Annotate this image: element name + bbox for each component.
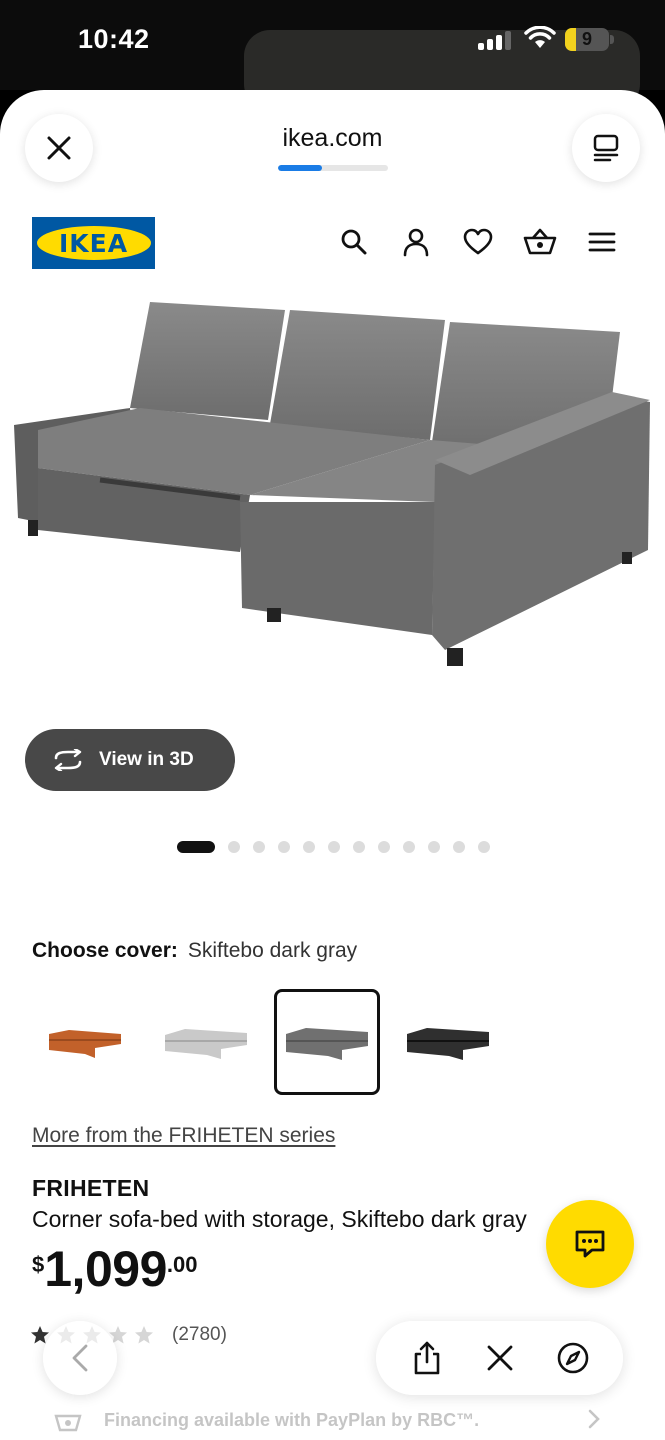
battery-level: 9 (581, 29, 592, 49)
sofa-thumbnail (286, 1028, 368, 1060)
gallery-dot[interactable] (353, 841, 365, 853)
wifi-icon (524, 26, 556, 48)
chevron-right-icon (588, 1409, 600, 1429)
sofa-thumbnail (49, 1030, 121, 1058)
battery-cap (610, 35, 614, 44)
cover-swatch-dark-gray[interactable] (274, 989, 380, 1095)
account-button[interactable] (398, 224, 434, 260)
choose-cover-value: Skiftebo dark gray (187, 939, 358, 962)
choose-cover-line: Choose cover: Skiftebo dark gray (32, 939, 357, 963)
menu-button[interactable] (584, 224, 620, 260)
cart-button[interactable] (522, 224, 558, 260)
compass-icon (557, 1342, 588, 1374)
search-button[interactable] (336, 224, 372, 260)
chat-button[interactable] (546, 1200, 634, 1288)
product-image-sofa[interactable] (0, 290, 665, 730)
page-domain: ikea.com (282, 124, 383, 152)
tabs-button[interactable] (572, 114, 640, 182)
logo-text: IKEA (58, 228, 129, 258)
cover-swatch-black[interactable] (395, 989, 501, 1095)
status-time: 10:42 (78, 24, 150, 54)
browser-back-button[interactable] (43, 1321, 117, 1395)
load-progress-fill (278, 165, 322, 171)
chat-icon (575, 1230, 605, 1258)
gallery-dot[interactable] (428, 841, 440, 853)
cover-swatch-light-gray[interactable] (153, 989, 259, 1095)
ikea-logo[interactable]: IKEA (32, 217, 155, 269)
gallery-dot[interactable] (253, 841, 265, 853)
signal-icon (478, 30, 514, 50)
price-cents: .00 (166, 1252, 198, 1277)
sofa-thumbnail (407, 1028, 489, 1060)
share-icon (414, 1341, 439, 1375)
gallery-dot[interactable] (378, 841, 390, 853)
battery-icon: 9 (565, 28, 609, 51)
star-icon (135, 1326, 153, 1344)
browser-toolbar (376, 1321, 623, 1395)
close-page-button[interactable] (478, 1336, 522, 1380)
sofa-thumbnail (165, 1029, 247, 1059)
gallery-dot[interactable] (228, 841, 240, 853)
gallery-pagination[interactable] (177, 841, 490, 853)
choose-cover-label: Choose cover: (32, 939, 178, 962)
search-icon (341, 229, 367, 255)
favorites-button[interactable] (460, 224, 496, 260)
series-link[interactable]: More from the FRIHETEN series (32, 1124, 335, 1148)
gallery-dot[interactable] (478, 841, 490, 853)
rating-count: (2780) (172, 1324, 227, 1345)
chevron-left-icon (72, 1344, 88, 1372)
payplan-icon (54, 1414, 82, 1432)
gallery-dot[interactable] (328, 841, 340, 853)
price-main: 1,099 (44, 1241, 167, 1297)
product-description: Corner sofa-bed with storage, Skiftebo d… (32, 1206, 527, 1232)
share-button[interactable] (405, 1336, 449, 1380)
gallery-dot[interactable] (278, 841, 290, 853)
open-in-browser-button[interactable] (551, 1336, 595, 1380)
rotate-3d-icon (54, 749, 82, 771)
cart-icon (523, 228, 557, 255)
gallery-dot-active[interactable] (177, 841, 215, 853)
account-icon (403, 228, 429, 257)
gallery-dot[interactable] (403, 841, 415, 853)
product-name: FRIHETEN (32, 1175, 150, 1201)
tabs-icon (593, 134, 619, 162)
browser-sheet: ikea.com IKEA View in 3D Choose cover: S… (0, 90, 665, 1440)
financing-banner[interactable]: Financing available with PayPlan by RBC™… (0, 1400, 665, 1440)
price-currency: $ (32, 1252, 45, 1277)
heart-icon (463, 228, 493, 255)
gallery-dot[interactable] (453, 841, 465, 853)
load-progress-bar (278, 165, 388, 171)
close-icon (487, 1345, 512, 1371)
gallery-dot[interactable] (303, 841, 315, 853)
status-bar: 10:42 9 (0, 0, 665, 110)
menu-icon (588, 232, 616, 252)
cover-swatch-orange[interactable] (32, 989, 138, 1095)
product-price: $1,099.00 (32, 1240, 197, 1298)
view-in-3d-button[interactable]: View in 3D (25, 729, 235, 791)
view-in-3d-label: View in 3D (99, 749, 194, 770)
financing-text: Financing available with PayPlan by RBC™… (104, 1409, 480, 1430)
